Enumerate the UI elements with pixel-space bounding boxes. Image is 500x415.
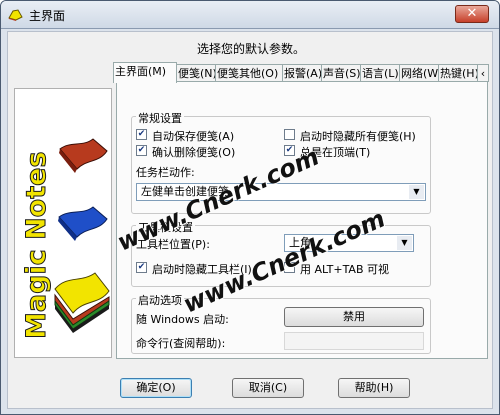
tab-alarm[interactable]: 报警(A) bbox=[282, 64, 322, 82]
toolbar-position-value: 上角 bbox=[289, 236, 311, 249]
general-settings-title: 常规设置 bbox=[136, 110, 184, 126]
hide-toolbar-checkbox[interactable]: ✔ bbox=[136, 262, 147, 273]
alt-tab-label: 用 ALT+TAB 可视 bbox=[300, 263, 390, 276]
taskbar-action-label: 任务栏动作: bbox=[136, 166, 195, 179]
ok-button[interactable]: 确定(O) bbox=[120, 378, 192, 398]
title-bar[interactable]: 主界面 ✕ bbox=[1, 1, 499, 29]
settings-panel: 常规设置 ✔ 自动保存便笺(A) 启动时隐藏所有便笺(H) ✔ 确认删除便笺(O… bbox=[116, 81, 488, 359]
blue-note-icon bbox=[58, 206, 108, 238]
confirm-delete-label: 确认删除便笺(O) bbox=[152, 146, 236, 159]
tab-hotkey[interactable]: 热键(H) bbox=[438, 64, 478, 82]
tab-language[interactable]: 语言(L) bbox=[360, 64, 400, 82]
command-line-label: 命令行(查阅帮助): bbox=[136, 337, 226, 350]
tab-notes[interactable]: 便笺(N) bbox=[176, 64, 216, 82]
main-window: 主界面 ✕ 选择您的默认参数。 主界面(M) 便笺(N) 便笺其他(O) 报警(… bbox=[0, 0, 500, 415]
alt-tab-checkbox[interactable] bbox=[284, 262, 295, 273]
general-settings-group: 常规设置 ✔ 自动保存便笺(A) 启动时隐藏所有便笺(H) ✔ 确认删除便笺(O… bbox=[131, 110, 431, 214]
startup-options-title: 启动选项 bbox=[136, 292, 184, 308]
close-button[interactable]: ✕ bbox=[455, 5, 489, 23]
magic-notes-logo: Magic Notes bbox=[14, 88, 112, 358]
start-with-windows-label: 随 Windows 启动: bbox=[136, 313, 229, 326]
tab-scroll-arrow[interactable]: ‹ bbox=[477, 64, 489, 82]
window-title: 主界面 bbox=[29, 9, 66, 23]
autosave-checkbox[interactable]: ✔ bbox=[136, 129, 147, 140]
app-icon bbox=[8, 9, 23, 21]
toolbar-settings-title: 工具栏设置 bbox=[136, 219, 195, 235]
taskbar-action-value: 左健单击创建便笺 bbox=[141, 185, 229, 198]
toolbar-position-label: 工具栏位置(P): bbox=[136, 238, 210, 251]
autosave-label: 自动保存便笺(A) bbox=[152, 130, 235, 143]
hide-all-label: 启动时隐藏所有便笺(H) bbox=[300, 130, 416, 143]
dialog-body: 选择您的默认参数。 主界面(M) 便笺(N) 便笺其他(O) 报警(A) 声音(… bbox=[7, 31, 493, 409]
chevron-down-icon: ▼ bbox=[397, 236, 412, 250]
hide-all-checkbox[interactable] bbox=[284, 129, 295, 140]
tab-sound[interactable]: 声音(S) bbox=[321, 64, 361, 82]
always-on-top-checkbox[interactable]: ✔ bbox=[284, 145, 295, 156]
start-with-windows-button[interactable]: 禁用 bbox=[284, 307, 424, 327]
tab-bar: 主界面(M) 便笺(N) 便笺其他(O) 报警(A) 声音(S) 语言(L) 网… bbox=[113, 62, 491, 83]
tab-main[interactable]: 主界面(M) bbox=[113, 62, 177, 83]
tab-network[interactable]: 网络(W) bbox=[399, 64, 439, 82]
command-line-field[interactable] bbox=[284, 332, 424, 350]
toolbar-position-select[interactable]: 上角 ▼ bbox=[284, 234, 414, 252]
help-button[interactable]: 帮助(H) bbox=[338, 378, 410, 398]
logo-text: Magic Notes bbox=[21, 151, 52, 339]
tab-notes-other[interactable]: 便笺其他(O) bbox=[215, 64, 283, 82]
taskbar-action-select[interactable]: 左健单击创建便笺 ▼ bbox=[136, 183, 426, 201]
hide-toolbar-label: 启动时隐藏工具栏(I) bbox=[152, 263, 252, 276]
toolbar-settings-group: 工具栏设置 工具栏位置(P): 上角 ▼ ✔ 启动时隐藏工具栏(I) 用 ALT… bbox=[131, 219, 431, 287]
always-on-top-label: 总是在顶端(T) bbox=[300, 146, 371, 159]
startup-options-group: 启动选项 随 Windows 启动: 禁用 命令行(查阅帮助): bbox=[131, 292, 431, 354]
red-note-icon bbox=[59, 138, 108, 170]
confirm-delete-checkbox[interactable]: ✔ bbox=[136, 145, 147, 156]
cancel-button[interactable]: 取消(C) bbox=[232, 378, 304, 398]
chevron-down-icon: ▼ bbox=[409, 185, 424, 199]
page-header: 选择您的默认参数。 bbox=[196, 42, 305, 56]
